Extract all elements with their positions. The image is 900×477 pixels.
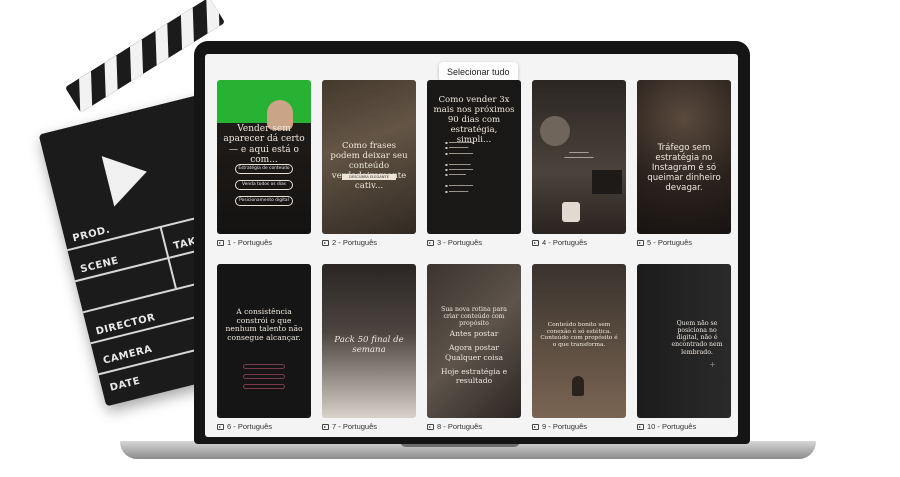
template-thumbnail[interactable]: Pack 50 final de semana bbox=[322, 264, 416, 418]
person-silhouette bbox=[572, 376, 584, 396]
video-icon bbox=[217, 423, 224, 430]
template-thumbnail[interactable]: ━━━━━━━━ ━━━━━━━━━━━━ bbox=[532, 80, 626, 234]
template-thumbnail[interactable]: Sua nova rotina para criar conteúdo com … bbox=[427, 264, 521, 418]
template-card[interactable]: Pack 50 final de semana 7 - Português bbox=[322, 264, 416, 431]
card-title: Como frases podem deixar seu conteúdo ve… bbox=[330, 141, 408, 191]
select-all-button[interactable]: Selecionar tudo bbox=[439, 62, 518, 82]
plus-icon: + bbox=[709, 360, 716, 369]
card-label: 3 - Português bbox=[437, 238, 483, 247]
template-card[interactable]: Tráfego sem estratégia no Instagram é só… bbox=[637, 80, 731, 247]
template-card[interactable]: Como frases podem deixar seu conteúdo ve… bbox=[322, 80, 416, 247]
card-title: Tráfego sem estratégia no Instagram é só… bbox=[647, 143, 721, 193]
template-thumbnail[interactable]: Quem não se posiciona no digital, não é … bbox=[637, 264, 731, 418]
clapper-label-date: DATE bbox=[108, 375, 142, 394]
card-label: 6 - Português bbox=[227, 422, 273, 431]
template-thumbnail[interactable]: Como vender 3x mais nos próximos 90 dias… bbox=[427, 80, 521, 234]
template-thumbnail[interactable]: Vender sem aparecer dá certo — e aqui es… bbox=[217, 80, 311, 234]
video-icon bbox=[532, 423, 539, 430]
card-pill: Venda todos os dias bbox=[235, 180, 293, 190]
card-title: Quem não se posiciona no digital, não é … bbox=[671, 320, 723, 356]
template-thumbnail[interactable]: A consistência constrói o que nenhum tal… bbox=[217, 264, 311, 418]
card-line: Hoje estratégia e resultado bbox=[440, 367, 508, 385]
video-icon bbox=[322, 239, 329, 246]
video-icon bbox=[427, 423, 434, 430]
laptop-shape bbox=[592, 170, 622, 194]
template-thumbnail[interactable]: Conteúdo bonito sem conexão é só estétic… bbox=[532, 264, 626, 418]
card-label: 8 - Português bbox=[437, 422, 483, 431]
card-pill: Estratégia de conteúdo bbox=[235, 164, 293, 174]
template-card[interactable]: ━━━━━━━━ ━━━━━━━━━━━━ 4 - Português bbox=[532, 80, 626, 247]
template-card[interactable]: Vender sem aparecer dá certo — e aqui es… bbox=[217, 80, 311, 247]
video-icon bbox=[532, 239, 539, 246]
card-pill: Posicionamento digital bbox=[235, 196, 293, 206]
template-thumbnail[interactable]: Tráfego sem estratégia no Instagram é só… bbox=[637, 80, 731, 234]
template-card[interactable]: A consistência constrói o que nenhum tal… bbox=[217, 264, 311, 431]
video-icon bbox=[322, 423, 329, 430]
card-label: 5 - Português bbox=[647, 238, 693, 247]
play-icon bbox=[101, 146, 154, 207]
card-title: Como vender 3x mais nos próximos 90 dias… bbox=[433, 95, 515, 145]
video-icon bbox=[637, 239, 644, 246]
card-line: Antes postar bbox=[449, 329, 499, 338]
card-line: Agora postar bbox=[448, 343, 500, 352]
card-label: 1 - Português bbox=[227, 238, 273, 247]
card-title: A consistência constrói o que nenhum tal… bbox=[225, 307, 303, 343]
card-label: 7 - Português bbox=[332, 422, 378, 431]
card-label: 9 - Português bbox=[542, 422, 588, 431]
card-title: Pack 50 final de semana bbox=[334, 335, 404, 355]
card-title: Vender sem aparecer dá certo — e aqui es… bbox=[223, 124, 305, 166]
card-label: 2 - Português bbox=[332, 238, 378, 247]
video-icon bbox=[427, 239, 434, 246]
template-card[interactable]: Como vender 3x mais nos próximos 90 dias… bbox=[427, 80, 521, 247]
template-card[interactable]: Conteúdo bonito sem conexão é só estétic… bbox=[532, 264, 626, 431]
card-title: Conteúdo bonito sem conexão é só estétic… bbox=[540, 322, 618, 348]
template-card[interactable]: Sua nova rotina para criar conteúdo com … bbox=[427, 264, 521, 431]
template-card[interactable]: Quem não se posiciona no digital, não é … bbox=[637, 264, 731, 431]
profile-circle bbox=[540, 116, 570, 146]
card-badge: DESCUBRA ELEGANTE bbox=[342, 174, 396, 180]
cup-shape bbox=[562, 202, 580, 222]
card-title: Sua nova rotina para criar conteúdo com … bbox=[441, 306, 507, 328]
stage: PROD. SCENE TAKE DIRECTOR CAMERA DATE Se… bbox=[0, 0, 900, 477]
video-icon bbox=[217, 239, 224, 246]
card-line: Qualquer coisa bbox=[444, 353, 504, 362]
card-label: 10 - Português bbox=[647, 422, 697, 431]
video-icon bbox=[637, 423, 644, 430]
card-label: 4 - Português bbox=[542, 238, 588, 247]
template-thumbnail[interactable]: Como frases podem deixar seu conteúdo ve… bbox=[322, 80, 416, 234]
laptop-screen: Selecionar tudo Vender sem aparecer dá c… bbox=[205, 54, 738, 437]
